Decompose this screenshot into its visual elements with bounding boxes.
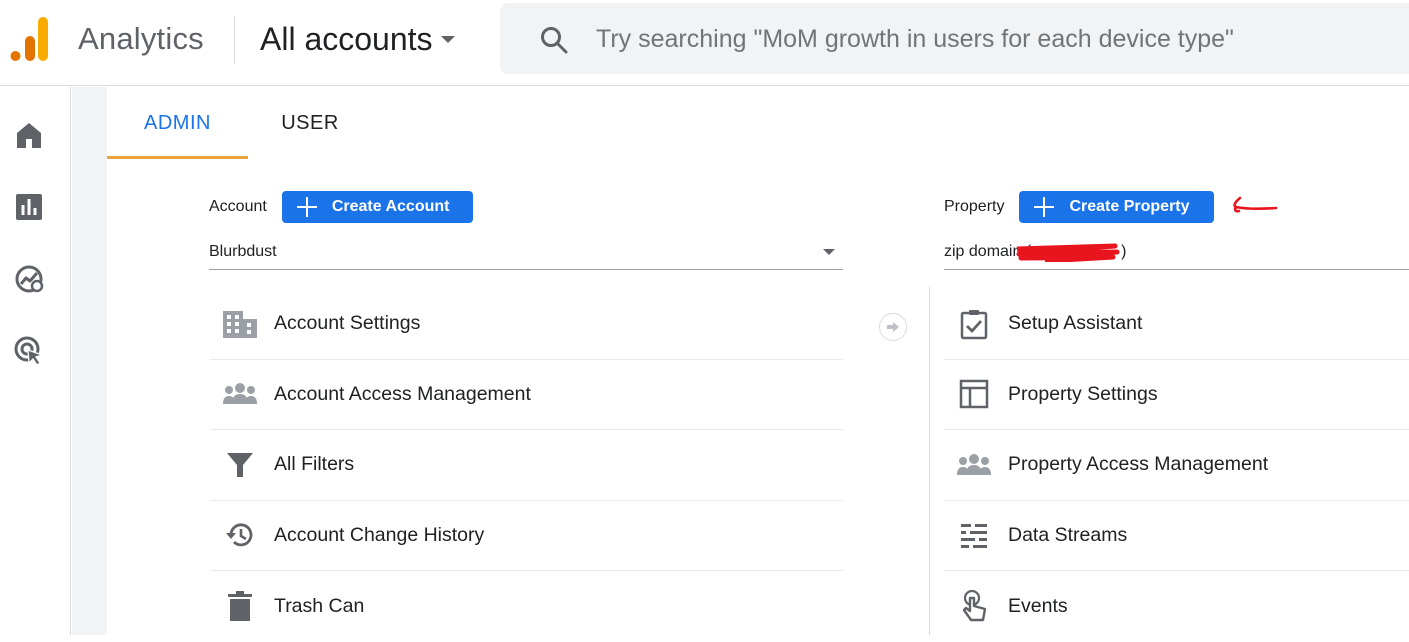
account-access-management-item[interactable]: Account Access Management xyxy=(210,360,843,430)
streams-icon xyxy=(954,515,994,555)
property-selected-suffix: ) xyxy=(1121,242,1127,260)
account-picker[interactable]: All accounts xyxy=(260,17,455,61)
account-column-header: Account Create Account xyxy=(209,191,474,223)
dropdown-arrow-icon xyxy=(823,249,835,255)
redaction-scribble xyxy=(1016,243,1120,262)
create-account-label: Create Account xyxy=(331,198,450,215)
annotation-arrow-icon xyxy=(1233,196,1278,213)
trash-can-label: Trash Can xyxy=(274,594,365,617)
tab-user-label: USER xyxy=(281,111,339,134)
account-access-management-label: Account Access Management xyxy=(274,382,531,405)
setup-assistant-item[interactable]: Setup Assistant xyxy=(944,289,1409,360)
property-menu: Setup Assistant Property Settings Proper… xyxy=(944,289,1409,642)
admin-panel: Account Create Account Blurbdust Account… xyxy=(107,159,1409,635)
tab-admin[interactable]: ADMIN xyxy=(107,87,248,159)
data-streams-label: Data Streams xyxy=(1008,523,1128,546)
top-app-bar: Analytics All accounts xyxy=(0,0,1409,86)
explore-icon[interactable] xyxy=(13,263,45,295)
property-access-management-label: Property Access Management xyxy=(1008,453,1269,476)
account-selected: Blurbdust xyxy=(209,242,277,260)
history-icon xyxy=(220,515,260,555)
trash-icon xyxy=(220,586,260,626)
account-settings-item[interactable]: Account Settings xyxy=(210,289,843,360)
column-divider xyxy=(929,287,930,635)
all-filters-item[interactable]: All Filters xyxy=(210,430,843,501)
property-caption: Property xyxy=(944,198,1005,215)
trash-can-item[interactable]: Trash Can xyxy=(210,571,843,642)
advertising-icon[interactable] xyxy=(13,335,45,367)
create-property-button[interactable]: Create Property xyxy=(1019,191,1214,223)
building-icon xyxy=(220,304,260,344)
property-column-header: Property Create Property xyxy=(944,191,1214,223)
analytics-logo-icon[interactable] xyxy=(10,16,50,62)
account-menu: Account Settings Account Access Manageme… xyxy=(210,289,843,642)
layout-icon xyxy=(954,374,994,414)
people-icon xyxy=(954,445,994,485)
setup-assistant-label: Setup Assistant xyxy=(1008,312,1143,335)
account-selector[interactable]: Blurbdust xyxy=(209,234,843,270)
plus-icon xyxy=(1033,196,1055,218)
search-input[interactable] xyxy=(596,18,1396,60)
property-access-management-item[interactable]: Property Access Management xyxy=(944,430,1409,501)
admin-content: ADMIN USER Account Create Account Blurbd… xyxy=(72,87,1409,635)
search-icon xyxy=(541,27,568,54)
arrow-right-icon xyxy=(879,313,907,341)
account-picker-label: All accounts xyxy=(260,20,433,57)
tab-user[interactable]: USER xyxy=(248,87,372,159)
app-title: Analytics xyxy=(78,21,204,56)
create-account-button[interactable]: Create Account xyxy=(281,191,474,223)
all-filters-label: All Filters xyxy=(274,453,355,476)
plus-icon xyxy=(296,196,318,218)
account-settings-label: Account Settings xyxy=(274,312,421,335)
events-item[interactable]: Events xyxy=(944,571,1409,642)
header-divider xyxy=(234,16,235,64)
people-icon xyxy=(220,374,260,414)
property-selector[interactable]: zip domain ( ) xyxy=(944,234,1409,270)
tab-admin-label: ADMIN xyxy=(144,111,211,134)
property-settings-label: Property Settings xyxy=(1008,382,1158,405)
property-settings-item[interactable]: Property Settings xyxy=(944,360,1409,430)
filter-icon xyxy=(220,445,260,485)
data-streams-item[interactable]: Data Streams xyxy=(944,501,1409,571)
home-icon[interactable] xyxy=(13,119,45,151)
account-change-history-label: Account Change History xyxy=(274,523,485,546)
tab-bar: ADMIN USER xyxy=(107,87,1409,159)
left-nav-rail xyxy=(0,87,71,635)
account-caption: Account xyxy=(209,198,267,215)
events-label: Events xyxy=(1008,594,1068,617)
create-property-label: Create Property xyxy=(1069,198,1190,215)
caret-down-icon xyxy=(440,35,455,43)
checklist-icon xyxy=(954,304,994,344)
account-change-history-item[interactable]: Account Change History xyxy=(210,501,843,571)
reports-icon[interactable] xyxy=(13,191,45,223)
touch-icon xyxy=(954,586,994,626)
search-bar[interactable] xyxy=(500,3,1409,74)
